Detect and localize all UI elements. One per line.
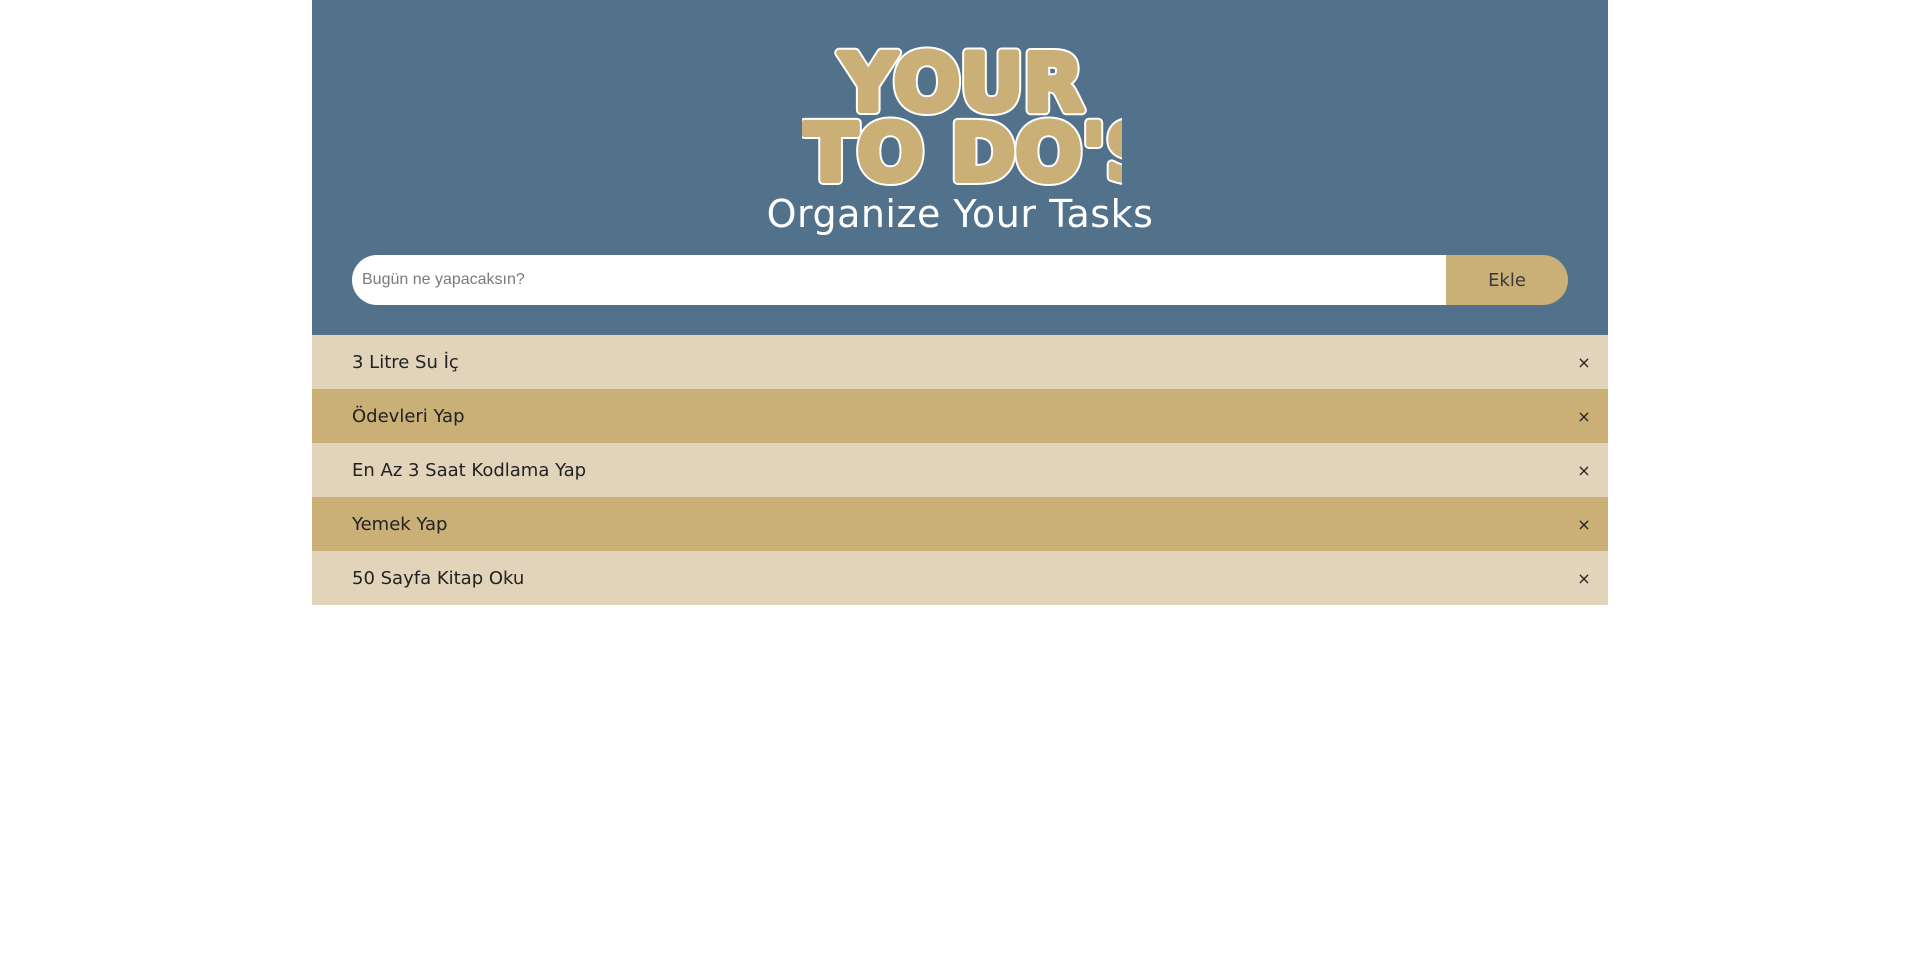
delete-icon[interactable]: × [1576, 569, 1592, 588]
todo-list: 3 Litre Su İç × Ödevleri Yap × En Az 3 S… [312, 335, 1608, 605]
delete-icon[interactable]: × [1576, 353, 1592, 372]
app-logo: YOUR YOUR TO DO'S TO DO'S [802, 30, 1122, 190]
add-task-button[interactable]: Ekle [1446, 255, 1568, 305]
todo-item[interactable]: 50 Sayfa Kitap Oku × [312, 551, 1608, 605]
todo-item-text: Yemek Yap [352, 513, 448, 535]
todo-item[interactable]: En Az 3 Saat Kodlama Yap × [312, 443, 1608, 497]
todo-item[interactable]: Ödevleri Yap × [312, 389, 1608, 443]
delete-icon[interactable]: × [1576, 461, 1592, 480]
todo-item-text: 3 Litre Su İç [352, 351, 459, 373]
delete-icon[interactable]: × [1576, 407, 1592, 426]
header: YOUR YOUR TO DO'S TO DO'S Organize Your … [312, 0, 1608, 335]
todo-item-text: Ödevleri Yap [352, 405, 465, 427]
delete-icon[interactable]: × [1576, 515, 1592, 534]
todo-item[interactable]: 3 Litre Su İç × [312, 335, 1608, 389]
todo-item-text: En Az 3 Saat Kodlama Yap [352, 459, 587, 481]
add-task-form: Ekle [352, 255, 1568, 305]
page-subtitle: Organize Your Tasks [766, 192, 1154, 236]
svg-text:TO DO'S: TO DO'S [804, 109, 1122, 190]
task-input[interactable] [352, 255, 1446, 305]
todo-app: YOUR YOUR TO DO'S TO DO'S Organize Your … [312, 0, 1608, 605]
todo-item-text: 50 Sayfa Kitap Oku [352, 567, 525, 589]
todo-item[interactable]: Yemek Yap × [312, 497, 1608, 551]
